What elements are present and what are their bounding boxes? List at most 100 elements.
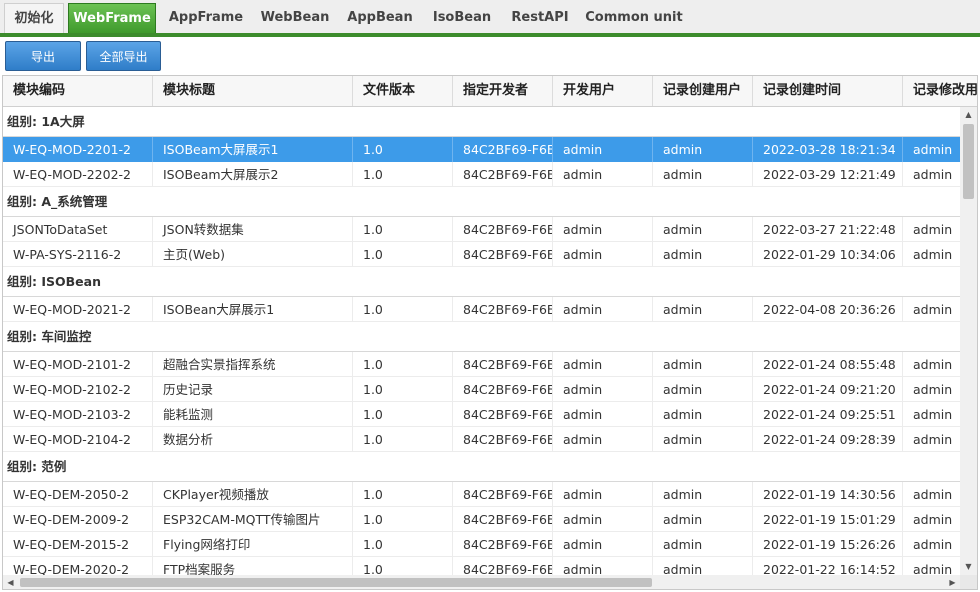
cell-dev-user: admin xyxy=(553,297,653,322)
cell-created-time: 2022-03-27 21:22:48 xyxy=(753,217,903,242)
column-header-created-time[interactable]: 记录创建时间 xyxy=(753,76,903,106)
cell-module-code: W-EQ-DEM-2020-2 xyxy=(3,557,153,575)
cell-dev-user: admin xyxy=(553,507,653,532)
grid-header: 模块编码 模块标题 文件版本 指定开发者 开发用户 记录创建用户 记录创建时间 … xyxy=(3,76,977,107)
tab-appframe[interactable]: AppFrame xyxy=(162,3,250,33)
cell-created-time: 2022-01-19 14:30:56 xyxy=(753,482,903,507)
cell-developer: 84C2BF69-F6B xyxy=(453,137,553,162)
cell-created-time: 2022-03-28 18:21:34 xyxy=(753,137,903,162)
toolbar: 导出 全部导出 xyxy=(0,37,980,76)
table-row[interactable]: W-EQ-DEM-2050-2 CKPlayer视频播放 1.0 84C2BF69-F… xyxy=(3,482,960,507)
cell-dev-user: admin xyxy=(553,162,653,187)
table-row[interactable]: W-EQ-DEM-2009-2 ESP32CAM-MQTT传输图片 1.0 84C2B… xyxy=(3,507,960,532)
cell-dev-user: admin xyxy=(553,352,653,377)
group-header[interactable]: 组别: 车间监控 xyxy=(3,322,960,352)
column-header-module-title[interactable]: 模块标题 xyxy=(153,76,353,106)
cell-created-by: admin xyxy=(653,507,753,532)
column-header-dev-user[interactable]: 开发用户 xyxy=(553,76,653,106)
cell-modified-by: admin xyxy=(903,532,960,557)
cell-created-by: admin xyxy=(653,532,753,557)
cell-dev-user: admin xyxy=(553,377,653,402)
cell-dev-user: admin xyxy=(553,482,653,507)
group-header[interactable]: 组别: 1A大屏 xyxy=(3,107,960,137)
cell-developer: 84C2BF69-F6B xyxy=(453,242,553,267)
horizontal-scrollbar[interactable]: ◀ ▶ xyxy=(3,575,960,589)
cell-dev-user: admin xyxy=(553,557,653,575)
cell-file-version: 1.0 xyxy=(353,532,453,557)
cell-module-title: 历史记录 xyxy=(153,377,353,402)
cell-module-code: W-EQ-MOD-2102-2 xyxy=(3,377,153,402)
tab-bar: 初始化 WebFrame AppFrame WebBean AppBean Is… xyxy=(0,0,980,37)
horizontal-scroll-thumb[interactable] xyxy=(20,578,652,587)
cell-file-version: 1.0 xyxy=(353,242,453,267)
column-header-modified-by[interactable]: 记录修改用户 xyxy=(903,76,977,106)
tab-webbean[interactable]: WebBean xyxy=(252,3,338,33)
column-header-created-by[interactable]: 记录创建用户 xyxy=(653,76,753,106)
column-header-developer[interactable]: 指定开发者 xyxy=(453,76,553,106)
table-row[interactable]: W-EQ-MOD-2103-2 能耗监测 1.0 84C2BF69-F6B admin a… xyxy=(3,402,960,427)
table-row[interactable]: W-EQ-MOD-2201-2 ISOBeam大屏展示1 1.0 84C2BF69-F… xyxy=(3,137,960,162)
scroll-left-icon[interactable]: ◀ xyxy=(3,575,18,589)
cell-module-title: FTP档案服务 xyxy=(153,557,353,575)
vertical-scrollbar[interactable]: ▲ ▼ xyxy=(960,107,977,575)
cell-module-code: W-PA-SYS-2116-2 xyxy=(3,242,153,267)
table-row[interactable]: W-EQ-DEM-2015-2 Flying网络打印 1.0 84C2BF69-F6B… xyxy=(3,532,960,557)
cell-file-version: 1.0 xyxy=(353,217,453,242)
table-row[interactable]: JSONToDataSet JSON转数据集 1.0 84C2BF69-F6B admi… xyxy=(3,217,960,242)
column-header-file-version[interactable]: 文件版本 xyxy=(353,76,453,106)
tab-isobean[interactable]: IsoBean xyxy=(424,3,500,33)
tab-init[interactable]: 初始化 xyxy=(4,3,64,33)
cell-module-code: W-EQ-DEM-2050-2 xyxy=(3,482,153,507)
cell-developer: 84C2BF69-F6B xyxy=(453,427,553,452)
table-row[interactable]: W-EQ-MOD-2104-2 数据分析 1.0 84C2BF69-F6B admin a… xyxy=(3,427,960,452)
table-row[interactable]: W-EQ-MOD-2202-2 ISOBeam大屏展示2 1.0 84C2BF69-F… xyxy=(3,162,960,187)
cell-dev-user: admin xyxy=(553,427,653,452)
cell-modified-by: admin xyxy=(903,352,960,377)
export-button[interactable]: 导出 xyxy=(5,41,81,71)
group-header[interactable]: 组别: A_系统管理 xyxy=(3,187,960,217)
cell-created-time: 2022-01-22 16:14:52 xyxy=(753,557,903,575)
cell-modified-by: admin xyxy=(903,402,960,427)
vertical-scroll-thumb[interactable] xyxy=(963,124,974,199)
cell-module-title: 超融合实景指挥系统 xyxy=(153,352,353,377)
cell-modified-by: admin xyxy=(903,242,960,267)
column-header-module-code[interactable]: 模块编码 xyxy=(3,76,153,106)
cell-created-by: admin xyxy=(653,162,753,187)
cell-modified-by: admin xyxy=(903,297,960,322)
export-all-button[interactable]: 全部导出 xyxy=(86,41,161,71)
cell-dev-user: admin xyxy=(553,217,653,242)
table-row[interactable]: W-EQ-MOD-2101-2 超融合实景指挥系统 1.0 84C2BF69-F6B a… xyxy=(3,352,960,377)
cell-developer: 84C2BF69-F6B xyxy=(453,217,553,242)
tab-common-unit[interactable]: Common unit xyxy=(582,3,686,33)
cell-created-time: 2022-01-24 08:55:48 xyxy=(753,352,903,377)
scroll-down-icon[interactable]: ▼ xyxy=(960,559,977,575)
cell-module-title: ISOBean大屏展示1 xyxy=(153,297,353,322)
cell-file-version: 1.0 xyxy=(353,162,453,187)
cell-file-version: 1.0 xyxy=(353,507,453,532)
tab-restapi[interactable]: RestAPI xyxy=(502,3,578,33)
table-row[interactable]: W-PA-SYS-2116-2 主页(Web) 1.0 84C2BF69-F6B adm… xyxy=(3,242,960,267)
cell-module-code: W-EQ-MOD-2201-2 xyxy=(3,137,153,162)
group-header[interactable]: 组别: 范例 xyxy=(3,452,960,482)
cell-created-by: admin xyxy=(653,377,753,402)
cell-module-code: W-EQ-MOD-2104-2 xyxy=(3,427,153,452)
scroll-right-icon[interactable]: ▶ xyxy=(945,575,960,589)
table-row[interactable]: W-EQ-MOD-2102-2 历史记录 1.0 84C2BF69-F6B admin a… xyxy=(3,377,960,402)
tab-appbean[interactable]: AppBean xyxy=(340,3,420,33)
cell-modified-by: admin xyxy=(903,377,960,402)
group-header[interactable]: 组别: ISOBean xyxy=(3,267,960,297)
cell-developer: 84C2BF69-F6B xyxy=(453,507,553,532)
tab-webframe[interactable]: WebFrame xyxy=(68,3,156,33)
cell-created-by: admin xyxy=(653,402,753,427)
table-row[interactable]: W-EQ-MOD-2021-2 ISOBean大屏展示1 1.0 84C2BF69-F… xyxy=(3,297,960,322)
cell-created-time: 2022-01-24 09:28:39 xyxy=(753,427,903,452)
scroll-up-icon[interactable]: ▲ xyxy=(960,107,977,123)
cell-module-code: W-EQ-DEM-2015-2 xyxy=(3,532,153,557)
table-row[interactable]: W-EQ-DEM-2020-2 FTP档案服务 1.0 84C2BF69-F6B adm… xyxy=(3,557,960,575)
cell-dev-user: admin xyxy=(553,137,653,162)
cell-module-title: 数据分析 xyxy=(153,427,353,452)
cell-modified-by: admin xyxy=(903,557,960,575)
cell-developer: 84C2BF69-F6B xyxy=(453,532,553,557)
cell-modified-by: admin xyxy=(903,482,960,507)
cell-module-title: ISOBeam大屏展示2 xyxy=(153,162,353,187)
